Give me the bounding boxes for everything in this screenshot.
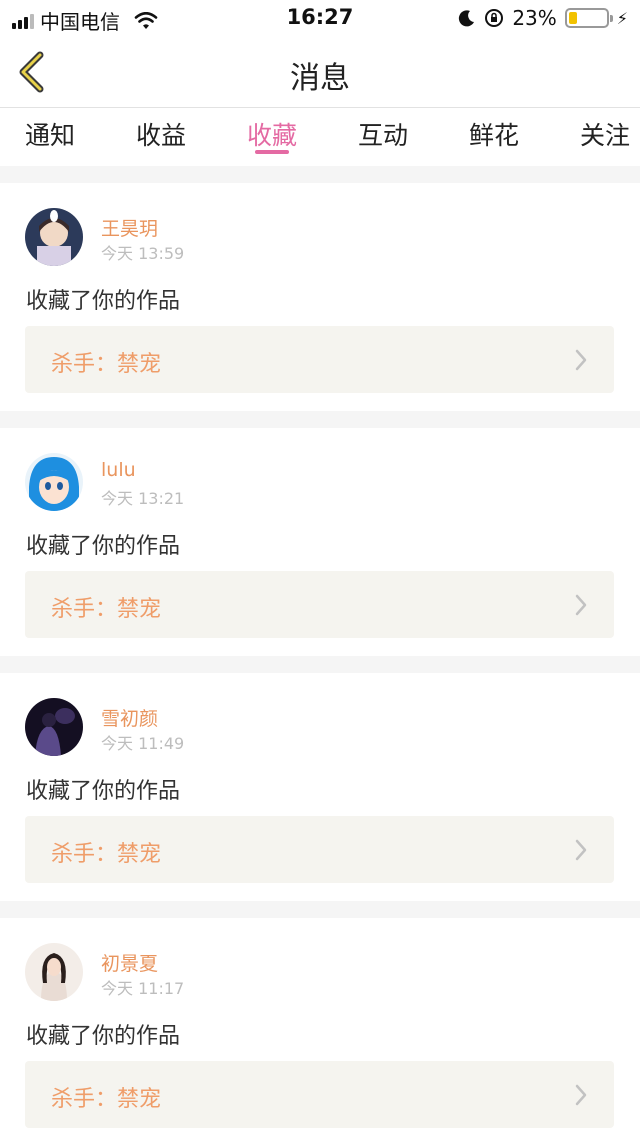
username[interactable]: 王昊玥 bbox=[101, 214, 158, 241]
chevron-right-icon bbox=[575, 839, 587, 861]
list-item: 初景夏 今天 11:17 收藏了你的作品 杀手：禁宠 bbox=[0, 918, 640, 1139]
battery-percent: 23% bbox=[512, 6, 557, 30]
work-title: 杀手：禁宠 bbox=[51, 1087, 162, 1112]
chevron-right-icon bbox=[575, 349, 587, 371]
page-title: 消息 bbox=[290, 61, 350, 96]
list-item: lulu 今天 13:21 收藏了你的作品 杀手：禁宠 bbox=[0, 428, 640, 656]
chevron-right-icon bbox=[575, 1084, 587, 1106]
rotation-lock-icon bbox=[485, 9, 504, 27]
work-title: 杀手：禁宠 bbox=[51, 842, 162, 867]
tab-flowers[interactable]: 鲜花 bbox=[469, 108, 553, 166]
avatar[interactable] bbox=[25, 698, 83, 756]
tab-bar: 通知 收益 收藏 互动 鲜花 关注 bbox=[0, 108, 640, 166]
nav-bar: 消息 bbox=[0, 36, 640, 108]
action-text: 收藏了你的作品 bbox=[26, 289, 181, 314]
avatar[interactable] bbox=[25, 453, 83, 511]
list-item: 雪初颜 今天 11:49 收藏了你的作品 杀手：禁宠 bbox=[0, 673, 640, 901]
battery-icon bbox=[564, 8, 613, 28]
action-text: 收藏了你的作品 bbox=[26, 534, 181, 559]
status-right: 23% ⚡ bbox=[458, 6, 628, 30]
tab-interactions[interactable]: 互动 bbox=[358, 108, 442, 166]
username[interactable]: 雪初颜 bbox=[101, 704, 158, 731]
timestamp: 今天 11:17 bbox=[101, 979, 185, 998]
tab-notifications[interactable]: 通知 bbox=[25, 108, 109, 166]
chevron-right-icon bbox=[575, 594, 587, 616]
action-text: 收藏了你的作品 bbox=[26, 779, 181, 804]
tab-favorites[interactable]: 收藏 bbox=[247, 108, 331, 166]
username[interactable]: lulu bbox=[101, 459, 136, 481]
work-link[interactable]: 杀手：禁宠 bbox=[25, 1061, 614, 1128]
timestamp: 今天 13:59 bbox=[101, 244, 185, 263]
avatar[interactable] bbox=[25, 208, 83, 266]
status-bar: 中国电信 16:27 23% ⚡ bbox=[0, 0, 640, 36]
work-link[interactable]: 杀手：禁宠 bbox=[25, 816, 614, 883]
tab-follows[interactable]: 关注 bbox=[580, 108, 636, 166]
avatar[interactable] bbox=[25, 943, 83, 1001]
moon-icon bbox=[459, 10, 475, 27]
list-item: 王昊玥 今天 13:59 收藏了你的作品 杀手：禁宠 bbox=[0, 183, 640, 411]
work-link[interactable]: 杀手：禁宠 bbox=[25, 571, 614, 638]
tab-earnings[interactable]: 收益 bbox=[136, 108, 220, 166]
work-title: 杀手：禁宠 bbox=[51, 597, 162, 622]
timestamp: 今天 13:21 bbox=[101, 489, 185, 508]
charging-icon: ⚡ bbox=[616, 8, 628, 28]
timestamp: 今天 11:49 bbox=[101, 734, 185, 753]
action-text: 收藏了你的作品 bbox=[26, 1024, 181, 1049]
username[interactable]: 初景夏 bbox=[101, 949, 158, 976]
message-list: 王昊玥 今天 13:59 收藏了你的作品 杀手：禁宠 lulu 今天 13:21… bbox=[0, 166, 640, 1139]
work-link[interactable]: 杀手：禁宠 bbox=[25, 326, 614, 393]
work-title: 杀手：禁宠 bbox=[51, 352, 162, 377]
